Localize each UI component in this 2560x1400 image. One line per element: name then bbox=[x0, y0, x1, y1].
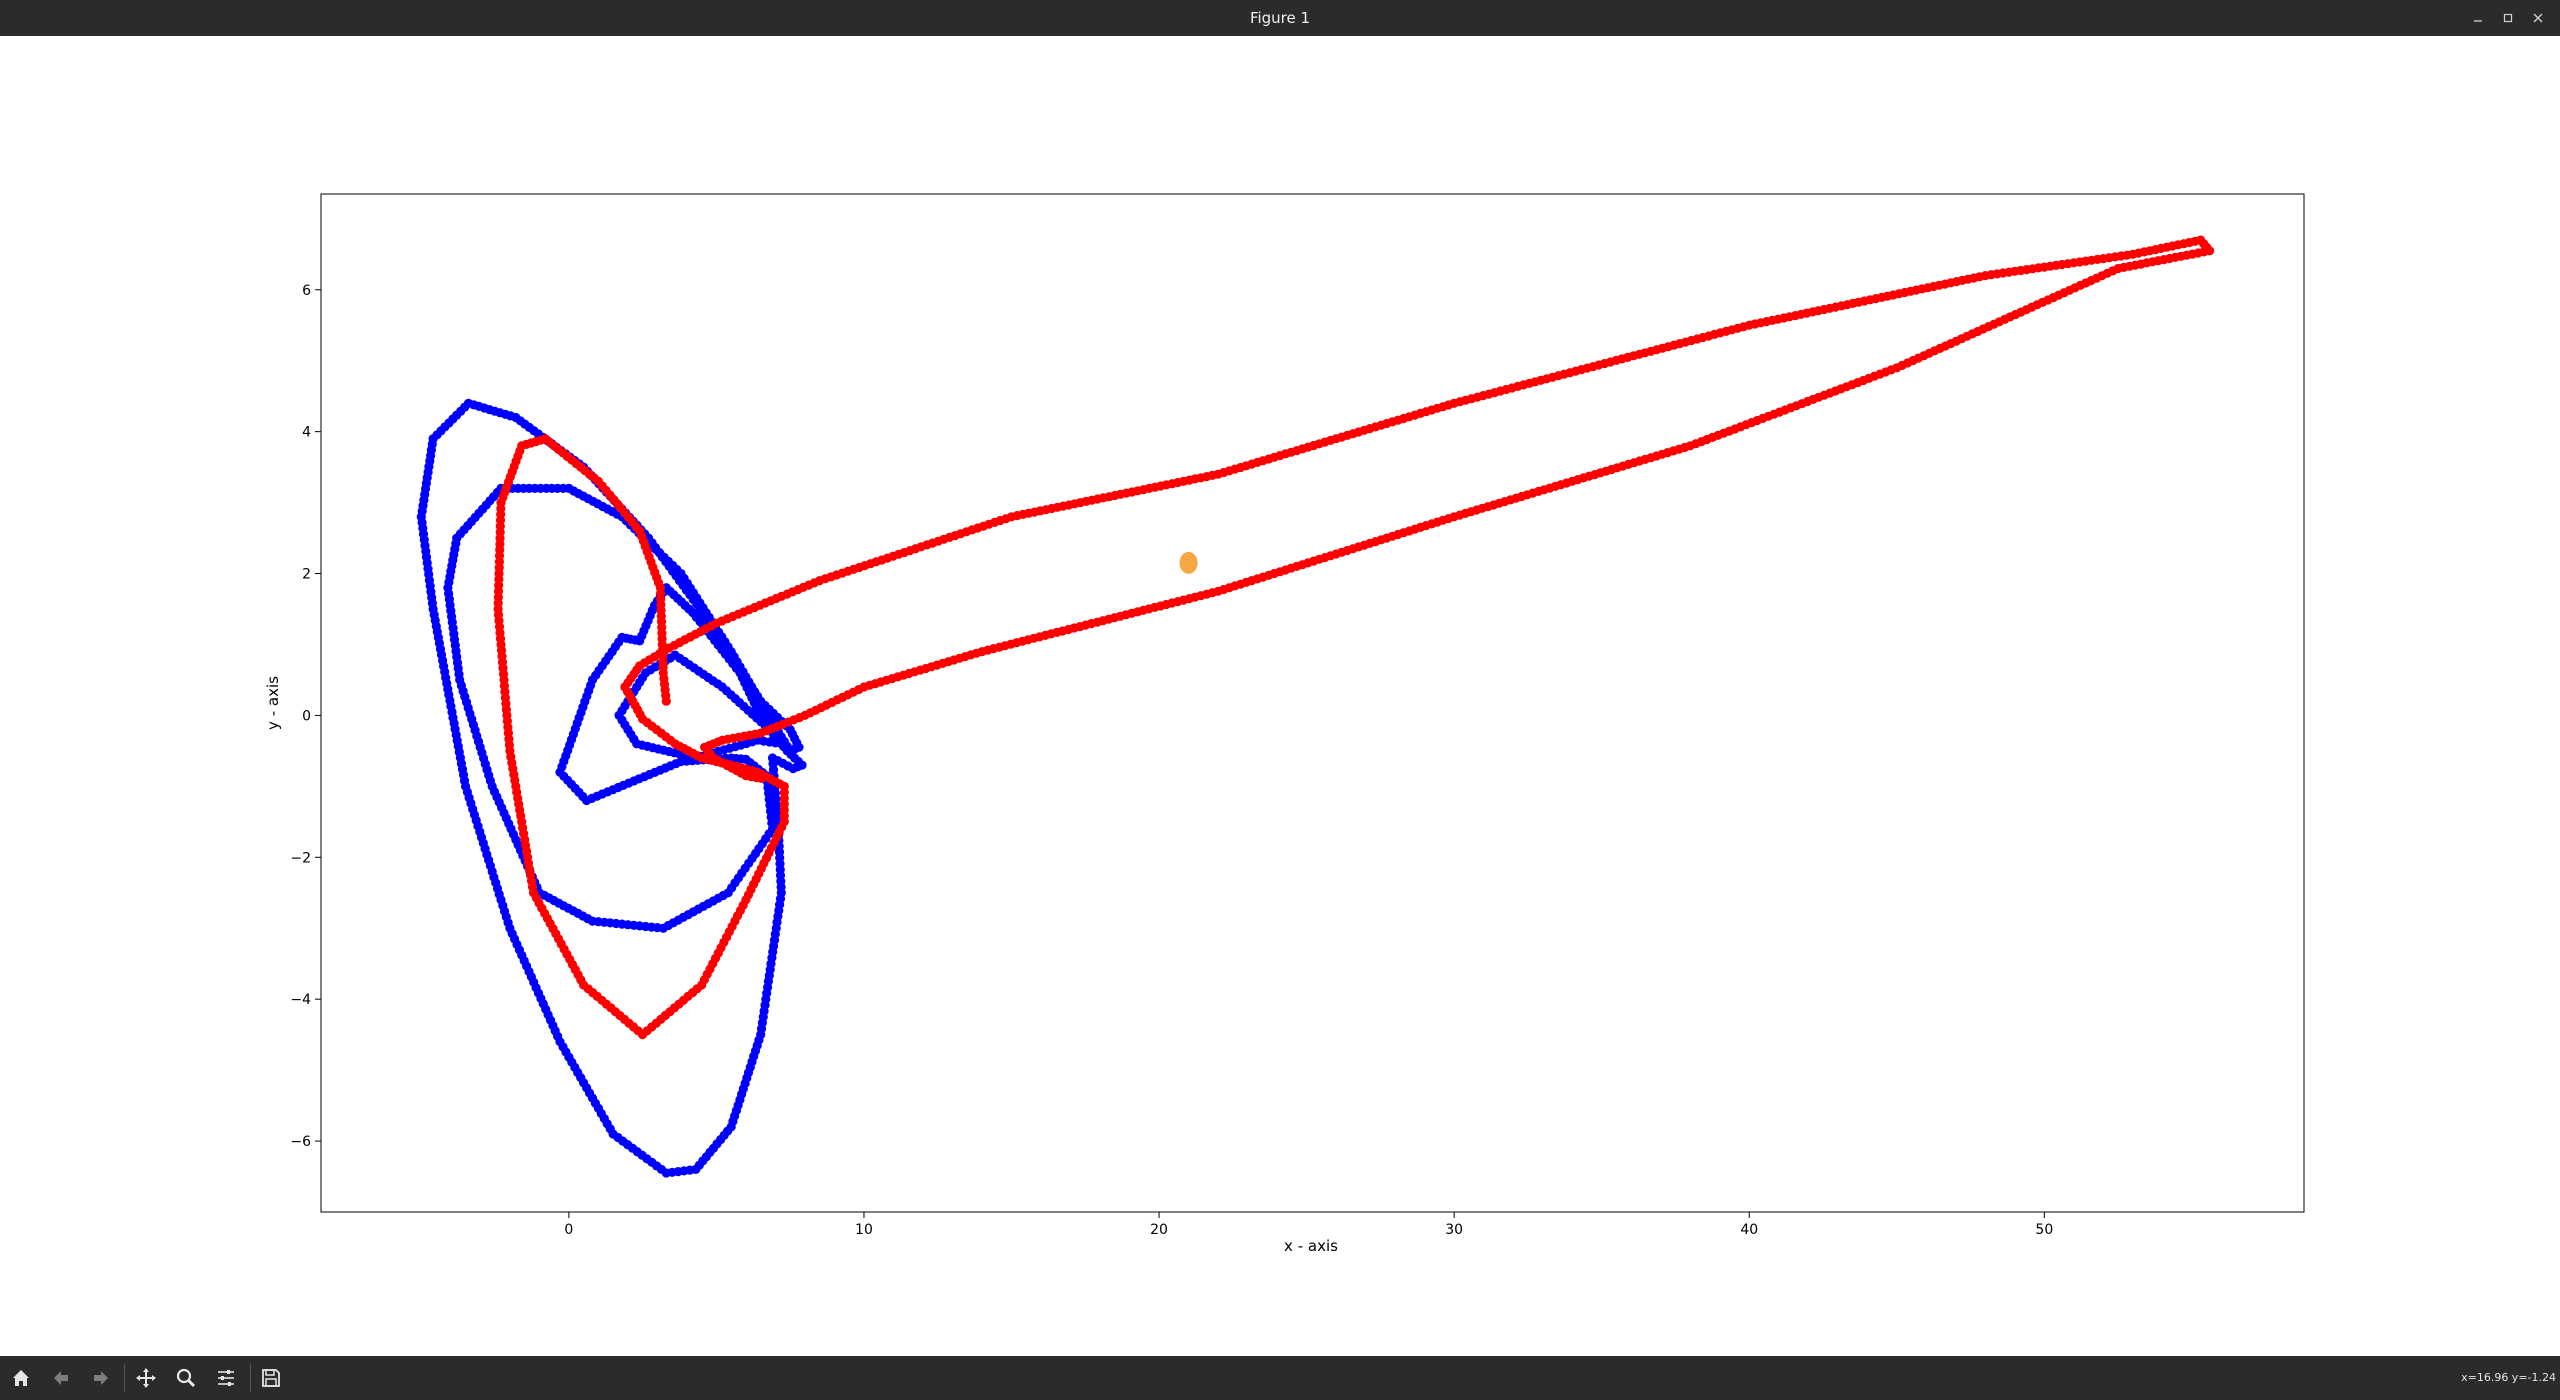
zoom-icon[interactable] bbox=[172, 1364, 200, 1392]
series-0 bbox=[416, 398, 807, 1178]
y-tick-label: −6 bbox=[290, 1134, 311, 1150]
back-icon[interactable] bbox=[47, 1364, 75, 1392]
toolbar-separator bbox=[250, 1364, 251, 1392]
series-2 bbox=[1179, 551, 1198, 574]
scatter-point bbox=[756, 773, 767, 784]
y-tick-label: 6 bbox=[302, 283, 311, 299]
navigation-toolbar: x=16.96 y=-1.24 bbox=[0, 1356, 2560, 1400]
save-icon[interactable] bbox=[257, 1364, 285, 1392]
axes-frame bbox=[320, 193, 2305, 1213]
x-tick-label: 40 bbox=[1740, 1222, 1758, 1238]
close-icon[interactable] bbox=[2528, 8, 2548, 28]
configure-subplots-icon[interactable] bbox=[212, 1364, 240, 1392]
x-tick-label: 30 bbox=[1445, 1222, 1463, 1238]
cursor-coordinates: x=16.96 y=-1.24 bbox=[2461, 1371, 2556, 1384]
y-tick-label: 4 bbox=[302, 425, 311, 441]
title-bar: Figure 1 bbox=[0, 0, 2560, 36]
maximize-icon[interactable] bbox=[2498, 8, 2518, 28]
window-title: Figure 1 bbox=[1249, 9, 1311, 27]
tick-layer: 0 10 20 30 40 50 −6 −4 −2 0 2 4 6 bbox=[290, 283, 2053, 1238]
figure-canvas[interactable]: 0 10 20 30 40 50 −6 −4 −2 0 2 4 6 x - axis y - axis bbox=[0, 36, 2560, 1356]
scatter-point bbox=[1179, 551, 1198, 574]
plot-canvas[interactable]: 0 10 20 30 40 50 −6 −4 −2 0 2 4 6 x - axis y - axis bbox=[0, 36, 2560, 1356]
x-axis-label: x - axis bbox=[1284, 1237, 1338, 1255]
y-tick-label: 0 bbox=[302, 708, 311, 724]
y-tick-label: −2 bbox=[290, 850, 311, 866]
forward-icon[interactable] bbox=[87, 1364, 115, 1392]
home-icon[interactable] bbox=[7, 1364, 35, 1392]
scatter-point bbox=[667, 1167, 677, 1177]
x-tick-label: 0 bbox=[564, 1222, 573, 1238]
pan-icon[interactable] bbox=[132, 1364, 160, 1392]
y-tick-label: −4 bbox=[290, 992, 311, 1008]
x-tick-label: 10 bbox=[855, 1222, 873, 1238]
minimize-icon[interactable] bbox=[2468, 8, 2488, 28]
series-layer bbox=[416, 235, 2215, 1178]
x-tick-label: 50 bbox=[2035, 1222, 2053, 1238]
toolbar-separator bbox=[124, 1364, 125, 1392]
series-1 bbox=[493, 235, 2215, 1040]
y-axis-label: y - axis bbox=[264, 676, 282, 730]
y-tick-label: 2 bbox=[302, 567, 311, 583]
x-tick-label: 20 bbox=[1150, 1222, 1168, 1238]
